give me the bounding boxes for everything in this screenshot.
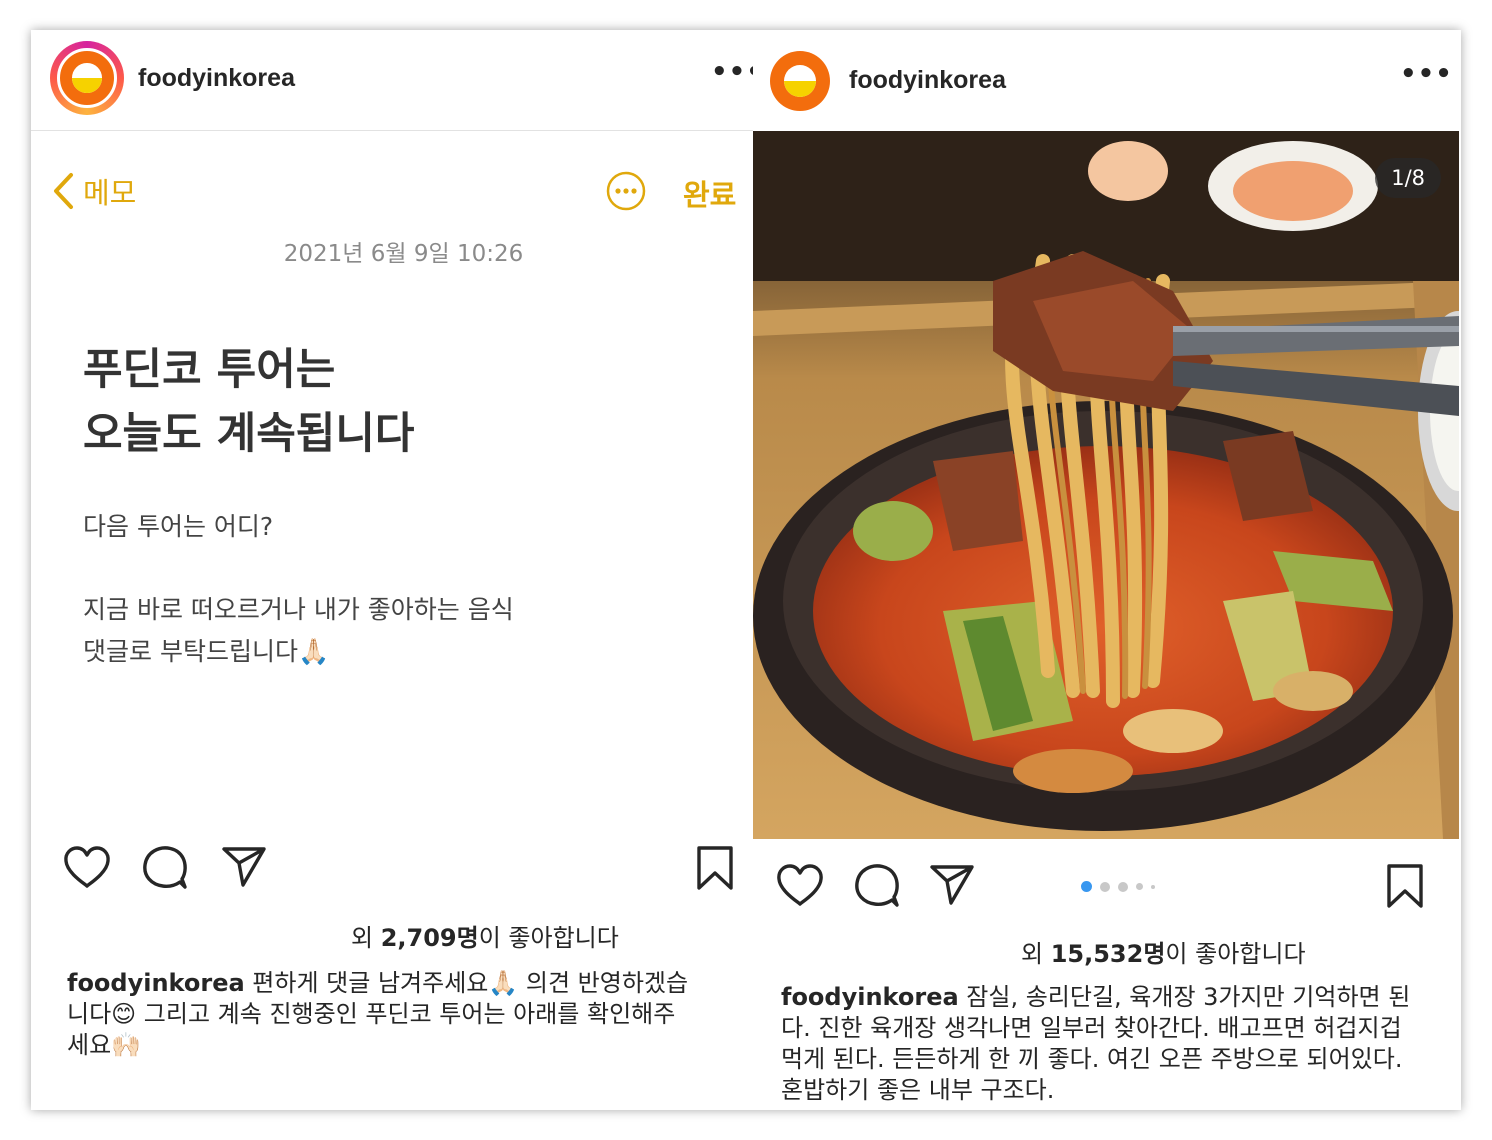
memo-date: 2021년 6월 9일 10:26 xyxy=(283,241,524,267)
send-icon[interactable] xyxy=(929,863,975,907)
memo-body-line: 다음 투어는 어디? xyxy=(83,512,274,541)
post-photo[interactable]: 1/8 xyxy=(753,131,1459,839)
photo-counter: 1/8 xyxy=(1375,158,1441,198)
caption-line: foodyinkorea 잠실, 송리단길, 육개장 3가지만 기억하면 된 xyxy=(781,982,1461,1013)
caption-line: 니다😊 그리고 계속 진행중인 푸딘코 투어는 아래를 확인해주 xyxy=(67,1000,676,1028)
avatar-bowl-icon xyxy=(72,63,102,93)
comment-icon[interactable] xyxy=(142,844,188,890)
caption-line: 세요🙌🏻 xyxy=(67,1031,142,1059)
carousel-dot xyxy=(1136,883,1143,890)
carousel-dot xyxy=(1118,881,1128,892)
ellipsis-circle-icon[interactable] xyxy=(606,171,646,211)
food-photo-image xyxy=(753,131,1459,839)
heart-icon[interactable] xyxy=(63,845,111,889)
caption: foodyinkorea 잠실, 송리단길, 육개장 3가지만 기억하면 된 다… xyxy=(781,982,1461,1106)
bookmark-icon[interactable] xyxy=(696,845,734,891)
username[interactable]: foodyinkorea xyxy=(138,64,295,93)
likes-number: 15,532명 xyxy=(1050,940,1166,968)
memo-title-line: 푸딘코 투어는 xyxy=(83,345,336,395)
caption-username[interactable]: foodyinkorea xyxy=(67,969,245,997)
post-header: foodyinkorea ••• xyxy=(31,30,763,130)
send-icon[interactable] xyxy=(221,845,267,889)
caption-line: foodyinkorea 편하게 댓글 남겨주세요🙏🏻 의견 반영하겠습 xyxy=(67,968,747,999)
post-right: foodyinkorea ••• 1/8 외 15,532명이 좋아합니다 fo… xyxy=(753,30,1461,1110)
avatar-image xyxy=(56,47,118,109)
post-left: foodyinkorea ••• 메모 완료 2021년 6월 9일 10:26… xyxy=(31,30,763,1110)
memo-title: 푸딘코 투어는 오늘도 계속됩니다 xyxy=(83,338,414,466)
likes-prefix: 외 xyxy=(351,924,381,952)
caption-username[interactable]: foodyinkorea xyxy=(781,983,959,1011)
likes-number: 2,709명 xyxy=(380,924,479,952)
memo-body-line: 댓글로 부탁드립니다🙏🏻 xyxy=(83,637,330,666)
carousel-indicator xyxy=(1081,881,1163,892)
avatar-story-ring[interactable] xyxy=(50,41,124,115)
memo-done-button[interactable]: 완료 xyxy=(683,172,736,214)
more-horizontal-icon[interactable]: ••• xyxy=(1400,59,1453,89)
memo-back-label: 메모 xyxy=(83,176,137,210)
carousel-dot xyxy=(1151,884,1155,889)
caption: foodyinkorea 편하게 댓글 남겨주세요🙏🏻 의견 반영하겠습 니다😊… xyxy=(67,968,747,1061)
memo-body-line: 지금 바로 떠오르거나 내가 좋아하는 음식 xyxy=(83,595,514,624)
avatar-image xyxy=(770,51,830,111)
chevron-left-icon xyxy=(54,173,73,209)
avatar[interactable] xyxy=(770,51,830,111)
caption-line: 먹게 된다. 든든하게 한 끼 좋다. 여긴 오픈 주방으로 되어있다. xyxy=(781,1045,1403,1073)
comment-icon[interactable] xyxy=(854,862,900,908)
heart-icon[interactable] xyxy=(776,863,824,907)
memo-title-line: 오늘도 계속됩니다 xyxy=(83,409,415,459)
likes-count[interactable]: 외 15,532명이 좋아합니다 xyxy=(1021,934,1306,969)
carousel-dot-active xyxy=(1081,881,1092,892)
memo-back-button[interactable]: 메모 xyxy=(51,170,136,212)
bookmark-icon[interactable] xyxy=(1386,863,1424,909)
likes-count[interactable]: 외 2,709명이 좋아합니다 xyxy=(351,918,619,953)
likes-suffix: 이 좋아합니다 xyxy=(478,924,619,952)
caption-line: 다. 진한 육개장 생각나면 일부러 찾아간다. 배고프면 허겁지겁 xyxy=(781,1014,1402,1042)
avatar-bowl-icon xyxy=(783,64,817,98)
carousel-dot xyxy=(1100,881,1110,892)
username[interactable]: foodyinkorea xyxy=(849,66,1006,95)
caption-text: 편하게 댓글 남겨주세요🙏🏻 의견 반영하겠습 xyxy=(244,969,689,997)
caption-text: 잠실, 송리단길, 육개장 3가지만 기억하면 된 xyxy=(958,983,1411,1011)
caption-line: 혼밥하기 좋은 내부 구조다. xyxy=(781,1076,1055,1104)
likes-suffix: 이 좋아합니다 xyxy=(1165,940,1306,968)
post-header: foodyinkorea ••• xyxy=(753,30,1461,130)
header-divider xyxy=(31,130,753,131)
screenshot-sheet: foodyinkorea ••• 메모 완료 2021년 6월 9일 10:26… xyxy=(31,30,1461,1110)
likes-prefix: 외 xyxy=(1021,940,1051,968)
